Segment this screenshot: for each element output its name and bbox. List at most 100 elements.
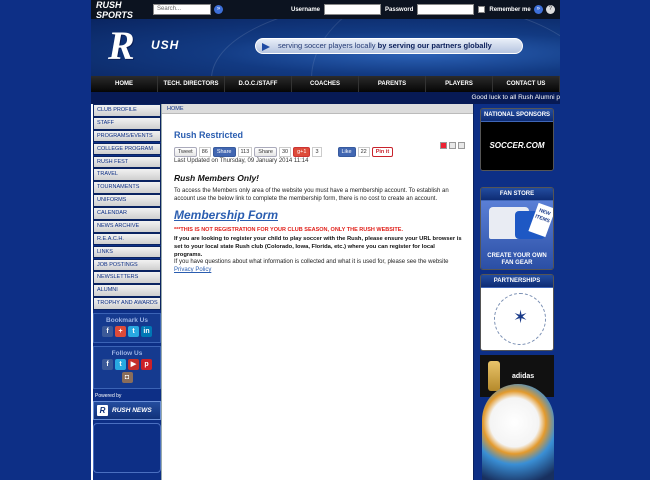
- facebook-share-button[interactable]: Share: [212, 147, 236, 157]
- pdf-icon[interactable]: [440, 142, 447, 149]
- print-icon[interactable]: [449, 142, 456, 149]
- page-background-right: [560, 0, 650, 480]
- last-updated: Last Updated on Thursday, 09 January 201…: [174, 158, 309, 164]
- breadcrumb[interactable]: HOME: [162, 104, 473, 114]
- follow-title: Follow Us: [111, 349, 143, 357]
- pinterest-icon[interactable]: p: [141, 358, 152, 370]
- tagline-bold: by serving our partners globally: [377, 41, 492, 50]
- sidebar-item-uniforms[interactable]: UNIFORMS: [93, 194, 161, 207]
- article-tools: [440, 142, 465, 149]
- twitter-icon[interactable]: t: [128, 325, 139, 337]
- sponsors-title: NATIONAL SPONSORS: [481, 109, 553, 122]
- twitter-icon[interactable]: t: [115, 358, 126, 370]
- sidebar-item-rush-fest[interactable]: RUSH FEST: [93, 155, 161, 169]
- sidebar-item-travel[interactable]: TRAVEL: [93, 168, 161, 182]
- nav-doc-staff[interactable]: D.O.C./STAFF: [225, 76, 292, 92]
- search-input[interactable]: Search...: [153, 4, 211, 15]
- tweet-count: 86: [198, 147, 211, 157]
- sidebar-item-alumni[interactable]: ALUMNI: [93, 284, 161, 297]
- membership-form-link[interactable]: Membership Form: [174, 208, 278, 222]
- fan-store-banner[interactable]: NEW ITEMS CREATE YOUR OWN FAN GEAR: [481, 201, 553, 269]
- sidebar-item-staff[interactable]: STAFF: [93, 116, 161, 130]
- rush-logo-wordmark: USH: [151, 38, 180, 52]
- sidebar-item-news-archive[interactable]: NEWS ARCHIVE: [93, 219, 161, 233]
- partnerships-box: PARTNERSHIPS ✶: [480, 274, 554, 351]
- sidebar-item-programs-events[interactable]: PROGRAMS/EVENTS: [93, 129, 161, 143]
- privacy-policy-link[interactable]: Privacy Policy: [174, 267, 211, 273]
- sidebar-item-college-program[interactable]: COLLEGE PROGRAM: [93, 142, 161, 156]
- youtube-icon[interactable]: ▶: [128, 358, 139, 370]
- sidebar-item-tournaments[interactable]: TOURNAMENTS: [93, 181, 161, 194]
- plus-icon[interactable]: +: [115, 325, 126, 337]
- nav-coaches[interactable]: COACHES: [292, 76, 359, 92]
- facebook-share-count: 113: [237, 147, 253, 157]
- rush-news-label: RUSH NEWS: [112, 406, 152, 414]
- login-button[interactable]: »: [533, 5, 543, 14]
- username-label: Username: [291, 6, 321, 13]
- tagline-bar: serving soccer players locally by servin…: [255, 38, 523, 54]
- rush-news-button[interactable]: R RUSH NEWS: [93, 400, 161, 420]
- page-background-left: [0, 0, 91, 480]
- password-field[interactable]: [417, 4, 475, 15]
- email-icon[interactable]: [458, 142, 465, 149]
- help-icon[interactable]: ?: [545, 5, 555, 14]
- registration-warning: ***THIS IS NOT REGISTRATION FOR YOUR CLU…: [174, 227, 403, 233]
- header-banner: R USH serving soccer players locally by …: [91, 19, 560, 76]
- main-nav: HOME TECH. DIRECTORS D.O.C./STAFF COACHE…: [91, 76, 560, 92]
- soccer-ball-image[interactable]: [482, 384, 554, 480]
- sidebar-item-newsletters[interactable]: NEWSLETTERS: [93, 271, 161, 285]
- google-plus-button[interactable]: g+1: [293, 147, 311, 157]
- pin-it-button[interactable]: Pin it: [371, 147, 394, 157]
- facebook-icon[interactable]: f: [102, 358, 113, 370]
- soccer-com-logo[interactable]: SOCCER.COM: [481, 122, 553, 170]
- facebook-like-count: 22: [357, 147, 370, 157]
- tweet-button[interactable]: Tweet: [174, 147, 197, 157]
- linkedin-icon[interactable]: in: [141, 325, 152, 337]
- nav-contact-us[interactable]: CONTACT US: [493, 76, 560, 92]
- remember-me-checkbox[interactable]: [478, 6, 486, 13]
- trophy-icon: [488, 361, 500, 391]
- password-label: Password: [385, 6, 414, 13]
- sponsors-box: NATIONAL SPONSORS SOCCER.COM: [480, 108, 554, 171]
- powered-by-label: Powered by: [95, 392, 122, 399]
- player-figure-icon: ✶: [513, 307, 529, 327]
- sidebar-item-reach[interactable]: R.E.A.C.H.: [93, 232, 161, 246]
- brand-logo-text[interactable]: RUSH SPORTS: [91, 0, 153, 20]
- nav-players[interactable]: PLAYERS: [426, 76, 493, 92]
- arrow-icon: [262, 43, 270, 51]
- rush-logo[interactable]: R: [108, 26, 135, 66]
- sidebar-item-trophy-awards[interactable]: TROPHY AND AWARDS: [93, 297, 161, 310]
- bookmark-box: Bookmark Us f + t in: [93, 312, 161, 343]
- instagram-icon[interactable]: ◘: [121, 371, 133, 383]
- share-bar: Tweet 86 Share 113 Share 30 g+1 3 Like 2…: [174, 147, 394, 157]
- page-title: Rush Restricted: [174, 130, 244, 140]
- username-field[interactable]: [324, 4, 382, 15]
- linkedin-share-button[interactable]: Share: [254, 147, 277, 157]
- bookmark-title: Bookmark Us: [106, 316, 148, 324]
- fan-store-cta: CREATE YOUR OWN FAN GEAR: [487, 253, 547, 266]
- partnerships-title: PARTNERSHIPS: [481, 275, 553, 288]
- intro-paragraph: To access the Members only area of the w…: [174, 188, 449, 202]
- nav-tech-directors[interactable]: TECH. DIRECTORS: [158, 76, 225, 92]
- nav-home[interactable]: HOME: [91, 76, 158, 92]
- facebook-like-button[interactable]: Like: [337, 147, 356, 157]
- new-items-ribbon: NEW ITEMS: [528, 202, 553, 238]
- sidebar-item-links[interactable]: LINKS: [93, 245, 161, 259]
- nav-parents[interactable]: PARENTS: [359, 76, 426, 92]
- tagline-plain: serving soccer players locally: [278, 41, 378, 50]
- left-sidebar: CLUB PROFILE STAFF PROGRAMS/EVENTS COLLE…: [93, 104, 161, 480]
- top-bar: RUSH SPORTS Search... » Username Passwor…: [91, 0, 560, 20]
- search-go-button[interactable]: »: [214, 5, 223, 14]
- members-only-heading: Rush Members Only!: [174, 173, 260, 183]
- sidebar-item-club-profile[interactable]: CLUB PROFILE: [93, 104, 161, 117]
- news-ticker: Good luck to all Rush Alumni p: [91, 92, 560, 104]
- sidebar-item-calendar[interactable]: CALENDAR: [93, 207, 161, 220]
- rush-news-icon: R: [97, 404, 108, 416]
- ticker-text[interactable]: Good luck to all Rush Alumni p: [471, 92, 560, 104]
- partner-logo[interactable]: ✶: [481, 288, 553, 350]
- follow-box: Follow Us f t ▶ p ◘: [93, 345, 161, 389]
- adidas-logo: adidas: [512, 373, 535, 380]
- facebook-icon[interactable]: f: [102, 325, 113, 337]
- privacy-paragraph: If you have questions about what informa…: [174, 258, 464, 274]
- sidebar-item-job-postings[interactable]: JOB POSTINGS: [93, 258, 161, 272]
